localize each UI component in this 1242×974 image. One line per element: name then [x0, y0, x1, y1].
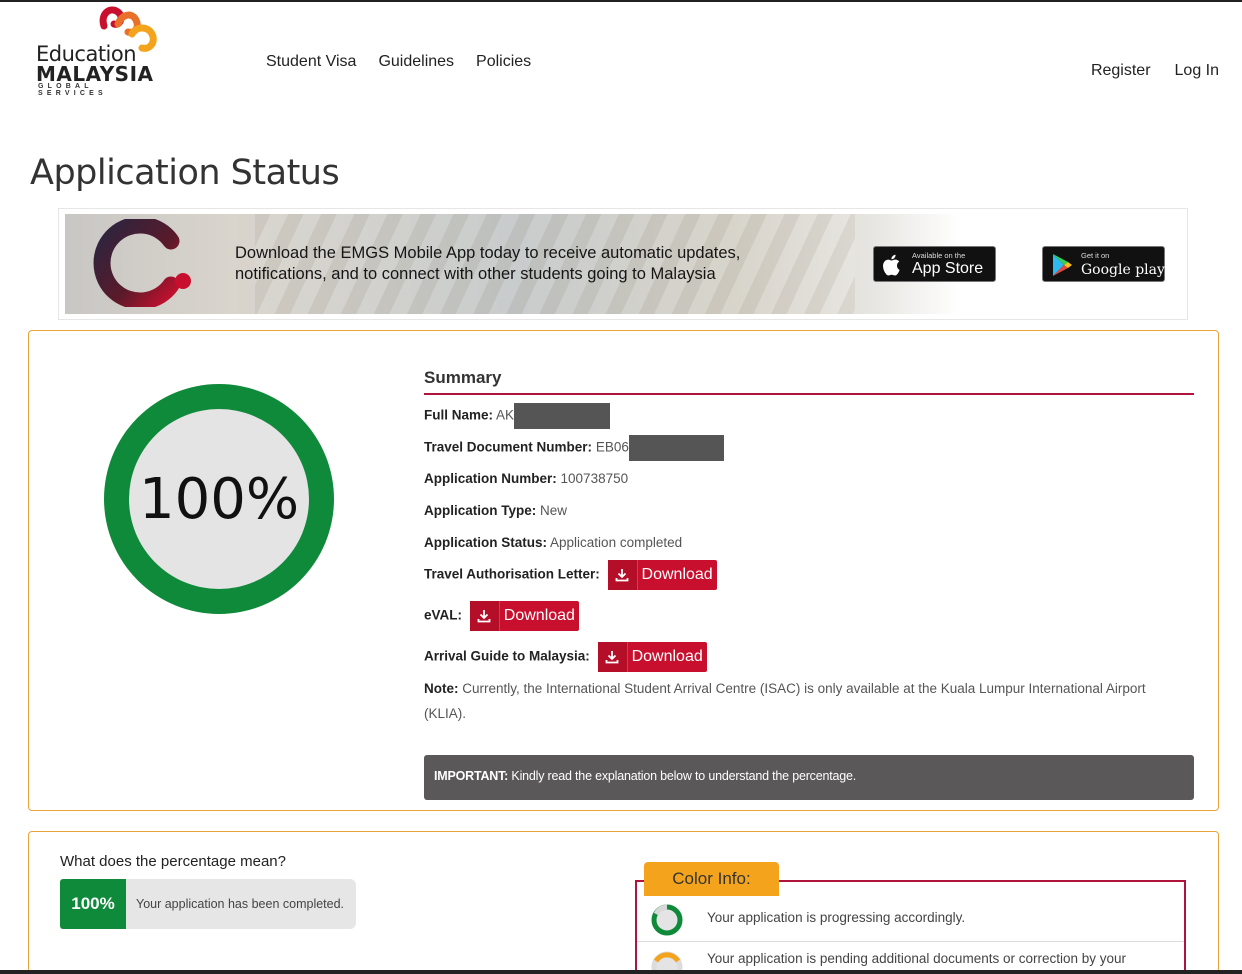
app-store-big-text: App Store: [912, 260, 984, 277]
main-nav: Student Visa Guidelines Policies: [266, 53, 531, 71]
arrival-guide-label: Arrival Guide to Malaysia:: [424, 648, 590, 664]
download-label: Download: [503, 607, 575, 624]
app-store-button[interactable]: Available on the App Store: [873, 246, 996, 282]
app-type-value: New: [540, 503, 568, 518]
nav-guidelines[interactable]: Guidelines: [378, 53, 454, 71]
color-info-text-pending: Your application is pending additional d…: [707, 951, 1127, 966]
emgs-logo[interactable]: Education MALAYSIA GLOBAL SERVICES: [36, 4, 166, 97]
application-summary-card: 100% Summary Full Name: AK Travel Docume…: [28, 330, 1219, 811]
app-type-label: Application Type: [424, 503, 532, 518]
mobile-app-banner[interactable]: Download the EMGS Mobile App today to re…: [58, 208, 1188, 320]
percent-chip-value: 100%: [60, 879, 126, 929]
banner-text-line1: Download the EMGS Mobile App today to re…: [235, 244, 741, 262]
download-icon: [607, 560, 638, 590]
emgs-app-logo-icon: [93, 219, 191, 307]
important-text: Kindly read the explanation below to und…: [508, 769, 857, 783]
summary-title: Summary: [424, 368, 502, 387]
auth-links: Register Log In: [1091, 62, 1219, 80]
app-number-label: Application Number: [424, 471, 553, 486]
percentage-question: What does the percentage mean?: [60, 853, 286, 870]
apple-icon: [883, 254, 900, 276]
arrival-guide-download-button[interactable]: Download: [597, 642, 707, 672]
tal-label: Travel Authorisation Letter:: [424, 566, 600, 582]
note-text: Currently, the International Student Arr…: [424, 681, 1146, 721]
eval-row: eVAL: Download: [424, 601, 579, 631]
app-store-small-text: Available on the: [912, 251, 966, 260]
percent-chip-description: Your application has been completed.: [126, 879, 356, 929]
eval-label: eVAL:: [424, 607, 463, 623]
percent-legend-chip: 100% Your application has been completed…: [60, 879, 356, 929]
app-status-label: Application Status: [424, 535, 543, 550]
travel-doc-label: Travel Document Number: [424, 439, 588, 455]
google-play-icon: [1053, 254, 1072, 276]
download-label: Download: [641, 566, 713, 583]
app-status-value: Application completed: [550, 535, 683, 550]
google-play-button[interactable]: Get it on Google play: [1042, 246, 1165, 282]
page-title: Application Status: [30, 153, 340, 193]
important-label: IMPORTANT:: [434, 769, 509, 783]
download-label: Download: [631, 648, 703, 665]
progress-ring: 100%: [104, 384, 334, 614]
logo-text-global-services: GLOBAL SERVICES: [38, 83, 107, 97]
note-label: Note:: [424, 681, 459, 696]
register-link[interactable]: Register: [1091, 62, 1151, 80]
download-icon: [469, 601, 500, 631]
google-play-big-text: Google play: [1081, 262, 1165, 278]
full-name-row: Full Name: AK: [424, 403, 611, 429]
app-number-row: Application Number: 100738750: [424, 471, 629, 486]
green-progress-ring-icon: [651, 904, 683, 936]
arrival-guide-row: Arrival Guide to Malaysia: Download: [424, 642, 707, 672]
isac-note: Note: Currently, the International Stude…: [424, 676, 1184, 726]
app-status-row: Application Status: Application complete…: [424, 535, 683, 550]
tal-download-button[interactable]: Download: [607, 560, 717, 590]
summary-divider: [424, 393, 1194, 395]
full-name-label: Full Name: [424, 407, 489, 423]
download-icon: [597, 642, 628, 672]
important-notice: IMPORTANT: Kindly read the explanation b…: [424, 755, 1194, 800]
color-info-title: Color Info:: [644, 862, 779, 896]
app-number-value: 100738750: [560, 471, 629, 486]
banner-text-line2: notifications, and to connect with other…: [235, 265, 716, 283]
travel-doc-row: Travel Document Number: EB06: [424, 435, 724, 461]
banner-text: Download the EMGS Mobile App today to re…: [235, 243, 835, 285]
travel-doc-value: EB06: [595, 439, 629, 455]
eval-download-button[interactable]: Download: [469, 601, 579, 631]
top-border: [0, 0, 1242, 2]
nav-student-visa[interactable]: Student Visa: [266, 53, 356, 71]
nav-policies[interactable]: Policies: [476, 53, 531, 71]
google-play-small-text: Get it on: [1081, 251, 1110, 260]
progress-percent: 100%: [129, 409, 309, 589]
percentage-explanation-card: What does the percentage mean? 100% Your…: [28, 831, 1219, 974]
tal-row: Travel Authorisation Letter: Download: [424, 560, 717, 590]
full-name-value: AK: [496, 407, 515, 423]
app-type-row: Application Type: New: [424, 503, 568, 518]
bottom-border: [0, 970, 1242, 974]
color-info-row-progressing: Your application is progressing accordin…: [637, 898, 1184, 942]
redaction-box: [628, 435, 724, 461]
redaction-box: [514, 403, 611, 429]
color-info-text-progressing: Your application is progressing accordin…: [707, 910, 966, 925]
login-link[interactable]: Log In: [1175, 62, 1219, 80]
